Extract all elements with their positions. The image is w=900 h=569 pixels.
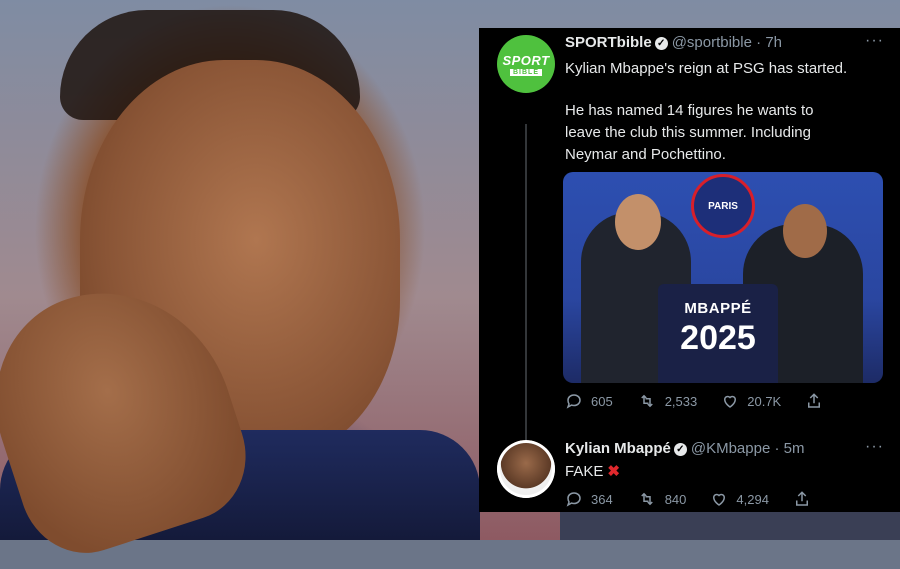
reply-button[interactable]: 364 [565, 490, 613, 508]
jersey-number: 2025 [680, 319, 756, 357]
like-button[interactable]: 4,294 [710, 490, 769, 508]
retweet-count: 840 [664, 491, 687, 507]
tweet-actions: 364 840 4,294 [565, 490, 843, 508]
tweet-media-image[interactable]: PARIS MBAPPÉ 2025 [563, 172, 883, 383]
tweet-text-line: leave the club this summer. Including [565, 124, 811, 141]
time-separator: · [751, 34, 766, 51]
tweet-header: SPORTbible ✓ @sportbible · 7h [565, 34, 782, 51]
tweet-text-line: Neymar and Pochettino. [565, 146, 726, 163]
time-separator: · [770, 440, 784, 457]
like-icon [724, 395, 737, 408]
avatar-logo-top: SPORT [502, 52, 550, 68]
sportbible-avatar[interactable]: SPORT BIBLE [497, 35, 555, 93]
tweet-thread-card: SPORT BIBLE SPORTbible ✓ @sportbible · 7h … [479, 28, 900, 512]
reply-count: 364 [591, 491, 613, 507]
retweet-button[interactable]: 840 [637, 490, 687, 508]
like-count: 4,294 [736, 491, 769, 507]
thread-connector [525, 124, 527, 460]
retweet-icon [640, 394, 653, 408]
retweet-button[interactable]: 2,533 [637, 392, 698, 410]
author-handle[interactable]: @KMbappe [691, 440, 770, 457]
tweet-text-line: Kylian Mbappe's reign at PSG has started… [565, 60, 848, 77]
jersey: MBAPPÉ 2025 [658, 284, 778, 383]
tweet-text-line: He has named 14 figures he wants to [565, 102, 814, 119]
more-icon[interactable]: ··· [865, 32, 884, 50]
share-button[interactable] [805, 392, 831, 410]
jersey-name: MBAPPÉ [684, 300, 752, 317]
tweet-header: Kylian Mbappé ✓ @KMbappe · 5m [565, 440, 805, 457]
tweet-text-content: FAKE [565, 463, 604, 480]
author-name[interactable]: SPORTbible [565, 34, 652, 51]
retweet-count: 2,533 [664, 393, 698, 409]
verified-badge-icon: ✓ [654, 37, 668, 50]
reply-icon [566, 394, 581, 409]
like-count: 20.7K [747, 393, 782, 409]
background-strip [560, 510, 900, 540]
verified-badge-icon: ✓ [673, 443, 687, 456]
author-handle[interactable]: @sportbible [672, 34, 752, 51]
person-left-head [615, 194, 661, 250]
person-right-head [783, 204, 827, 258]
reply-count: 605 [591, 393, 613, 409]
reply-button[interactable]: 605 [565, 392, 613, 410]
share-icon [795, 491, 808, 506]
share-button[interactable] [793, 490, 819, 508]
cross-mark-emoji: ✖ [607, 463, 620, 480]
share-icon [808, 393, 821, 408]
more-icon[interactable]: ··· [865, 438, 884, 456]
like-icon [713, 493, 726, 506]
like-button[interactable]: 20.7K [721, 392, 781, 410]
retweet-icon [640, 492, 653, 506]
author-name[interactable]: Kylian Mbappé [565, 440, 671, 457]
tweet-text: FAKE ✖ [565, 461, 620, 482]
mbappe-avatar[interactable] [497, 440, 555, 498]
avatar-logo-bottom: BIBLE [510, 68, 542, 76]
avatar-ring [497, 440, 555, 498]
tweet-actions: 605 2,533 20.7K [565, 392, 855, 410]
psg-crest: PARIS [691, 174, 755, 238]
reply-icon [566, 492, 581, 507]
tweet-time[interactable]: 7h [765, 34, 782, 51]
crest-text: PARIS [708, 200, 738, 212]
tweet-time[interactable]: 5m [784, 440, 805, 457]
